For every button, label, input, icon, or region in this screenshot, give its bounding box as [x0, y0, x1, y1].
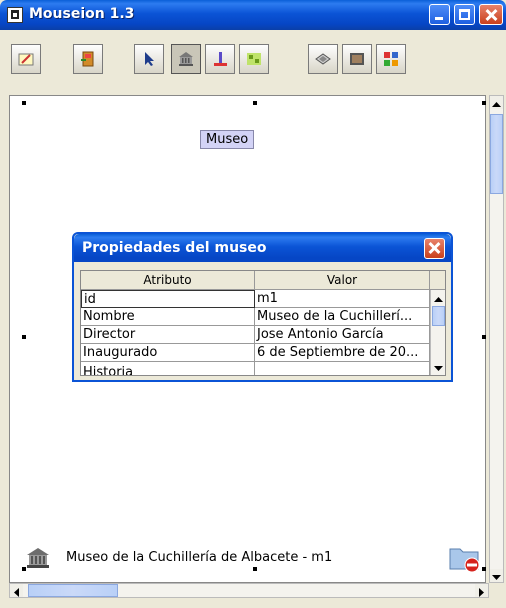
scroll-right-arrow[interactable] [475, 584, 488, 597]
row-value-cell[interactable]: m1 [255, 290, 430, 308]
maximize-button[interactable] [454, 4, 475, 25]
row-key-cell[interactable]: id [81, 290, 255, 308]
scroll-down-arrow[interactable] [490, 569, 503, 582]
painting-tool-button[interactable] [342, 44, 372, 74]
edit-tool-button[interactable] [11, 44, 41, 74]
vertical-scrollbar[interactable] [489, 95, 504, 583]
horizontal-scroll-thumb[interactable] [28, 584, 118, 597]
horizontal-scrollbar[interactable] [9, 583, 489, 598]
properties-table: Atributo Valor id m1 Nombre Museo de la … [80, 270, 446, 376]
exit-door-icon [80, 51, 96, 67]
scroll-left-arrow[interactable] [10, 584, 23, 597]
gallery-icon [383, 51, 399, 67]
dialog-title: Propiedades del museo [82, 240, 267, 256]
app-icon[interactable] [7, 7, 23, 23]
row-value-cell[interactable]: Museo de la Cuchillerí... [255, 308, 430, 326]
window-title: Mouseion 1.3 [29, 6, 135, 22]
museo-node-label[interactable]: Museo [200, 130, 255, 149]
table-scroll-thumb[interactable] [432, 306, 445, 326]
showcase-tool-button[interactable] [308, 44, 338, 74]
selection-handle[interactable] [22, 335, 26, 339]
statue-icon [212, 51, 228, 67]
title-bar[interactable]: Mouseion 1.3 [0, 0, 506, 30]
floor-plan-icon [246, 51, 262, 67]
museum-tool-button[interactable] [171, 44, 201, 74]
showcase-icon [315, 51, 331, 67]
museum-building-icon [26, 546, 50, 570]
delete-folder-icon[interactable] [448, 543, 482, 573]
arrow-pointer-icon [141, 51, 157, 67]
dialog-close-button[interactable] [424, 238, 445, 259]
selection-handle[interactable] [253, 101, 257, 105]
properties-dialog: Propiedades del museo Atributo Valor id … [72, 232, 453, 382]
row-key-cell[interactable]: Inaugurado [81, 344, 255, 362]
table-scroll-up-arrow[interactable] [432, 291, 445, 304]
selection-handle[interactable] [482, 567, 486, 571]
row-key-cell[interactable]: Director [81, 326, 255, 344]
row-key-cell[interactable]: Nombre [81, 308, 255, 326]
scroll-up-arrow[interactable] [490, 96, 503, 109]
selection-handle[interactable] [482, 335, 486, 339]
pointer-tool-button[interactable] [134, 44, 164, 74]
app-window: Mouseion 1.3 Museo Propiedades del museo… [0, 0, 506, 608]
museum-building-icon [178, 51, 194, 67]
row-value-cell[interactable]: Jose Antonio García [255, 326, 430, 344]
painting-icon [349, 51, 365, 67]
row-key-cell[interactable]: Historia [81, 362, 255, 375]
dialog-title-bar[interactable]: Propiedades del museo [74, 234, 451, 262]
gallery-tool-button[interactable] [376, 44, 406, 74]
vertical-scroll-thumb[interactable] [490, 114, 503, 194]
table-vertical-scrollbar[interactable] [430, 290, 445, 375]
status-museum-name: Museo de la Cuchillería de Albacete - m1 [66, 550, 333, 565]
row-value-cell[interactable]: 6 de Septiembre de 20... [255, 344, 430, 362]
close-button[interactable] [479, 4, 503, 25]
selection-handle[interactable] [253, 567, 257, 571]
selection-handle[interactable] [22, 101, 26, 105]
selection-handle[interactable] [482, 101, 486, 105]
map-tool-button[interactable] [239, 44, 269, 74]
column-header-valor[interactable]: Valor [255, 271, 430, 290]
minimize-button[interactable] [429, 4, 450, 25]
column-header-atributo[interactable]: Atributo [81, 271, 255, 290]
table-scroll-down-arrow[interactable] [432, 360, 445, 373]
row-value-cell[interactable] [255, 362, 430, 375]
statue-tool-button[interactable] [205, 44, 235, 74]
column-header-corner [430, 271, 445, 290]
exit-tool-button[interactable] [73, 44, 103, 74]
toolbar [0, 30, 506, 88]
pencil-icon [18, 51, 34, 67]
